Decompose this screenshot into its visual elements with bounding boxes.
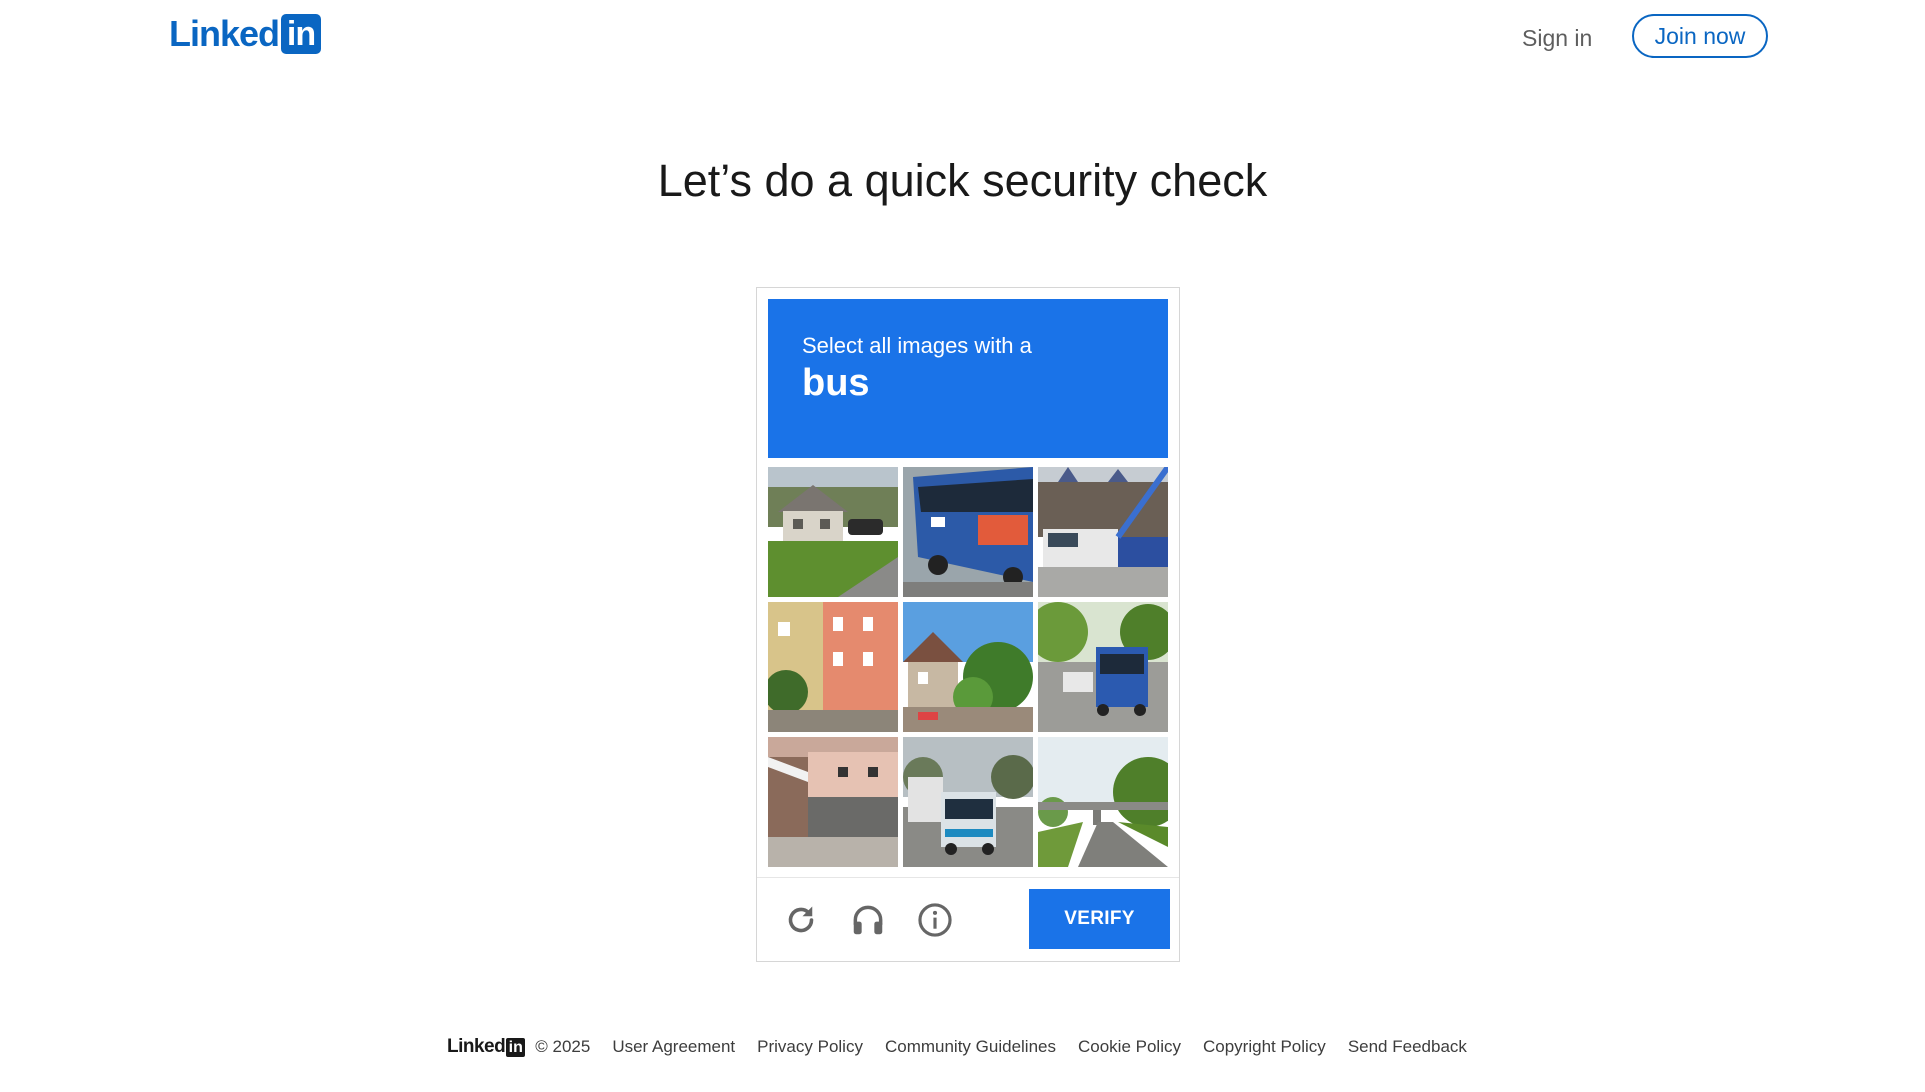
captcha-tile-9[interactable] (1038, 737, 1168, 867)
footer-link-privacy-policy[interactable]: Privacy Policy (757, 1037, 863, 1057)
footer-logo-wordmark: Linked (447, 1036, 506, 1057)
page-title: Let’s do a quick security check (657, 155, 1268, 206)
captcha-tile-4[interactable] (768, 602, 898, 732)
headphones-icon[interactable] (847, 899, 889, 941)
logo-in-box: in (281, 14, 322, 54)
join-now-button[interactable]: Join now (1632, 14, 1768, 58)
footer-link-community-guidelines[interactable]: Community Guidelines (885, 1037, 1056, 1057)
captcha-prompt: Select all images with a bus (768, 299, 1168, 458)
captcha-tile-7[interactable] (768, 737, 898, 867)
copyright-text: © 2025 (535, 1037, 591, 1056)
footer-link-send-feedback[interactable]: Send Feedback (1348, 1037, 1467, 1057)
prompt-target: bus (802, 362, 870, 404)
sign-in-link[interactable]: Sign in (1522, 22, 1592, 54)
captcha-widget: Select all images with a bus VERIFY (756, 287, 1180, 962)
logo-wordmark: Linked (169, 13, 280, 54)
linkedin-logo[interactable]: Linked in (169, 13, 322, 54)
footer-link-cookie-policy[interactable]: Cookie Policy (1078, 1037, 1181, 1057)
captcha-tile-6[interactable] (1038, 602, 1168, 732)
footer-logo-in-box: in (506, 1037, 526, 1057)
refresh-icon[interactable] (780, 899, 822, 941)
captcha-tile-2[interactable] (903, 467, 1033, 597)
verify-button[interactable]: VERIFY (1029, 889, 1170, 949)
captcha-tile-1[interactable] (768, 467, 898, 597)
captcha-tile-5[interactable] (903, 602, 1033, 732)
footer-logo: Linked in (447, 1036, 526, 1058)
footer-link-copyright-policy[interactable]: Copyright Policy (1203, 1037, 1326, 1057)
captcha-tile-3[interactable] (1038, 467, 1168, 597)
captcha-toolbar-divider (757, 877, 1179, 878)
footer: Linked in © 2025 User Agreement Privacy … (447, 1032, 1489, 1062)
captcha-tile-8[interactable] (903, 737, 1033, 867)
prompt-instruction: Select all images with a (802, 333, 1032, 358)
captcha-image-grid (768, 467, 1168, 867)
footer-link-user-agreement[interactable]: User Agreement (612, 1037, 735, 1057)
info-icon[interactable] (914, 899, 956, 941)
